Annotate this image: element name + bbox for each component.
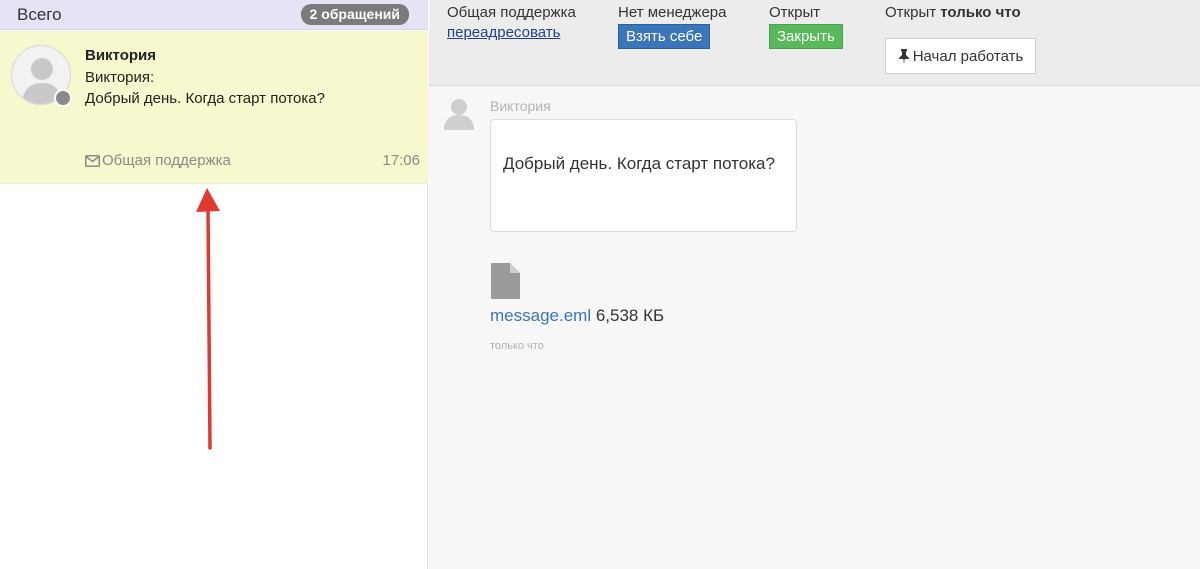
status-prefix: Открыт <box>885 4 937 21</box>
tickets-header: Всего 2 обращений <box>0 0 427 30</box>
ticket-list-item[interactable]: Виктория Виктория: Добрый день. Когда ст… <box>0 31 428 184</box>
attachment-link[interactable]: message.eml <box>490 306 591 325</box>
ticket-queue: Общая поддержка <box>85 152 231 169</box>
ticket-queue-label: Общая поддержка <box>102 152 231 169</box>
manager-column: Нет менеджера Взять себе <box>618 4 726 49</box>
start-work-button[interactable]: Начал работать <box>885 38 1036 74</box>
message-author-avatar-icon <box>444 99 474 130</box>
state-column: Открыт Закрыть <box>769 4 843 49</box>
ticket-preview-text: Добрый день. Когда старт потока? <box>85 90 325 107</box>
tickets-count-badge: 2 обращений <box>300 4 409 25</box>
queue-column: Общая поддержка переадресовать <box>447 4 576 41</box>
attachment-size: 6,538 КБ <box>595 306 665 325</box>
ticket-detail-panel: Общая поддержка переадресовать Нет менед… <box>429 0 1200 569</box>
manager-label: Нет менеджера <box>618 4 727 21</box>
message-sent-time: только что <box>490 340 544 352</box>
online-status-dot <box>54 89 72 107</box>
annotation-arrow <box>196 188 220 450</box>
ticket-preview-author: Виктория: <box>85 69 155 86</box>
start-work-label: Начал работать <box>912 47 1024 65</box>
state-label: Открыт <box>769 4 821 21</box>
thumbtack-icon <box>898 48 909 64</box>
message-bubble: Добрый день. Когда старт потока? <box>490 119 797 232</box>
queue-label: Общая поддержка <box>447 4 576 21</box>
redirect-link[interactable]: переадресовать <box>447 24 560 41</box>
file-icon <box>491 263 520 299</box>
close-ticket-button[interactable]: Закрыть <box>769 24 843 49</box>
status-line: Открыт только что <box>885 4 1021 21</box>
ticket-avatar <box>11 45 72 107</box>
message-text: Добрый день. Когда старт потока? <box>503 154 775 173</box>
ticket-toolbar: Общая поддержка переадресовать Нет менед… <box>429 0 1200 86</box>
ticket-time: 17:06 <box>382 152 420 169</box>
message-author: Виктория <box>490 98 551 114</box>
ticket-author-name: Виктория <box>85 47 157 64</box>
tickets-panel: Всего 2 обращений Виктория Виктория: Доб… <box>0 0 428 569</box>
status-time: только что <box>940 4 1021 21</box>
take-ticket-button[interactable]: Взять себе <box>618 24 711 49</box>
envelope-icon <box>85 154 100 167</box>
attachment-line: message.eml 6,538 КБ <box>490 306 664 326</box>
tickets-header-title: Всего <box>17 4 62 24</box>
